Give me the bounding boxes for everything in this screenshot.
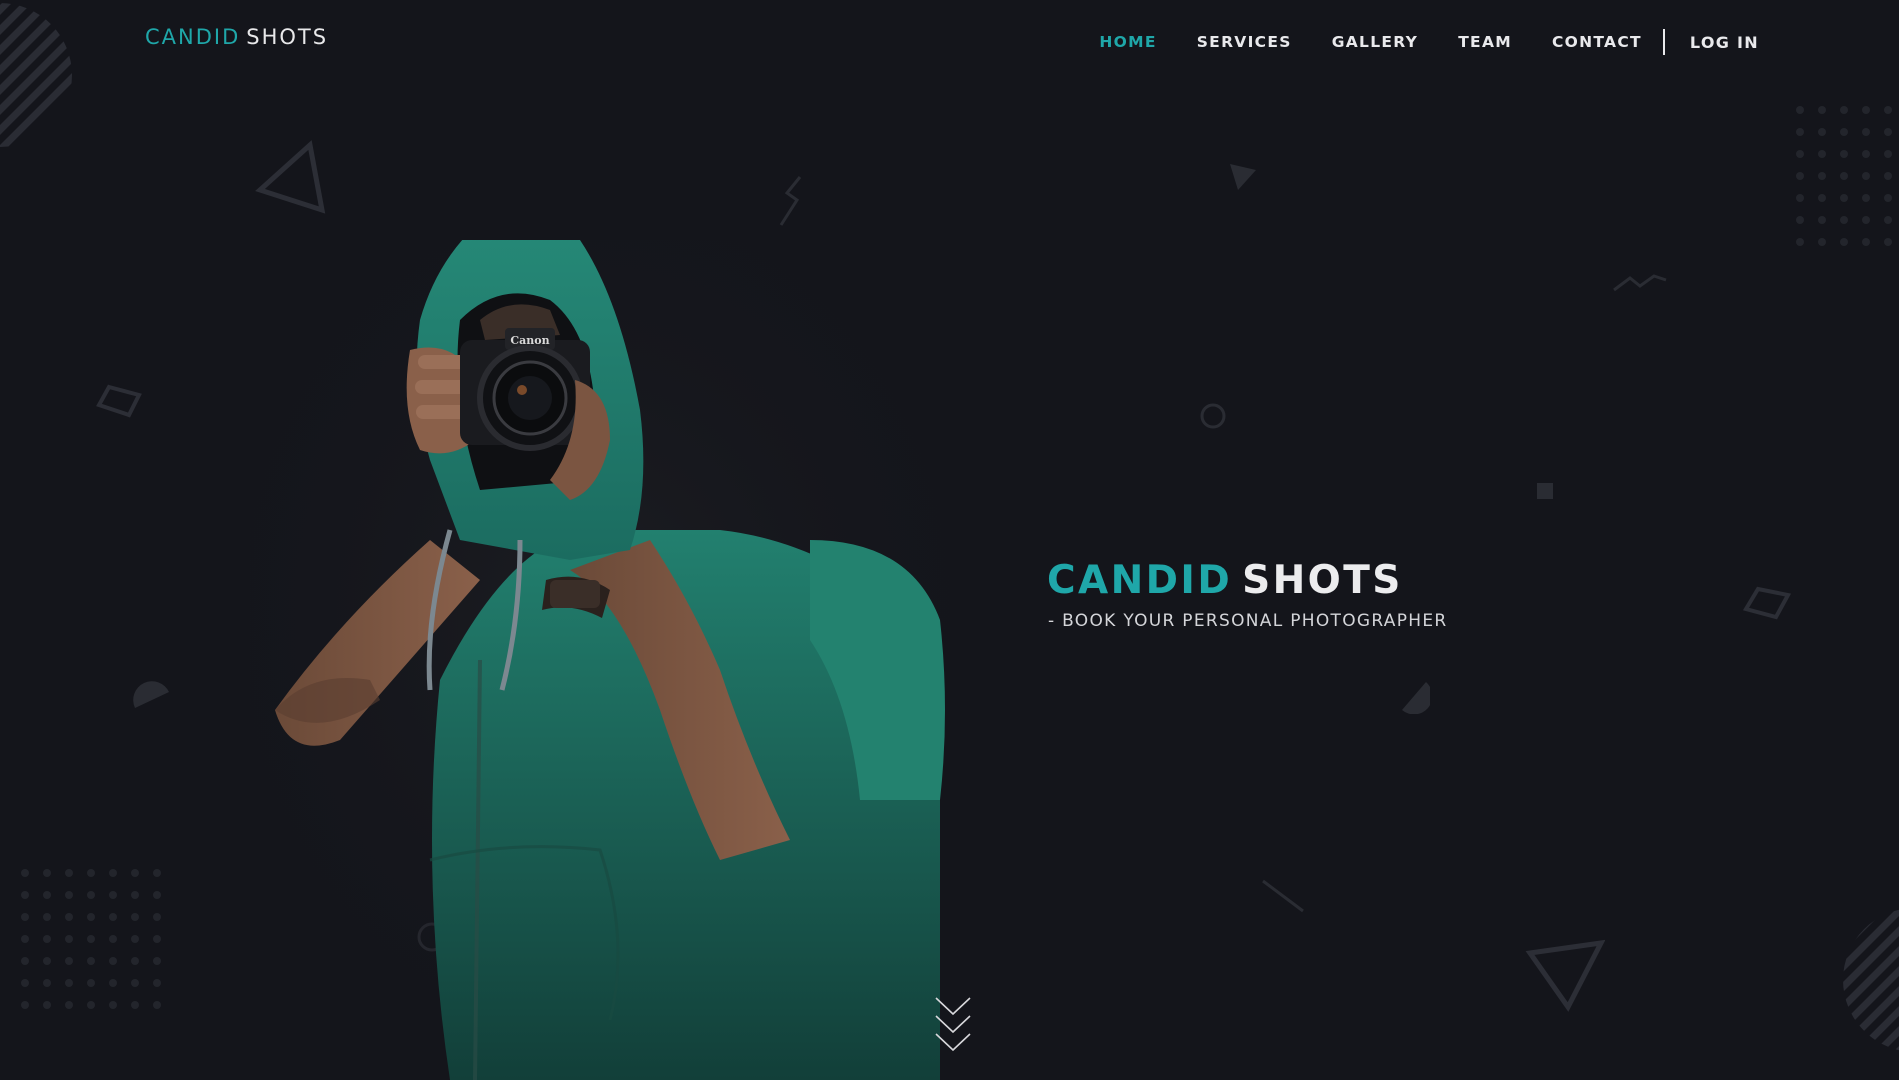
nav-team[interactable]: TEAM — [1458, 33, 1512, 51]
nav-services[interactable]: SERVICES — [1197, 33, 1292, 51]
diamond-outline-left — [95, 383, 145, 419]
main-nav: HOME SERVICES GALLERY TEAM CONTACT LOG I… — [1099, 29, 1759, 55]
login-link[interactable]: LOG IN — [1690, 33, 1759, 52]
line-dash-shape — [1260, 878, 1306, 914]
hero-title-accent: CANDID — [1047, 558, 1233, 603]
brand-logo-accent: CANDID — [145, 25, 241, 49]
hero-subtitle: - BOOK YOUR PERSONAL PHOTOGRAPHER — [1048, 611, 1448, 631]
nav-divider — [1662, 29, 1665, 55]
triangle-outline-shape — [250, 135, 330, 215]
nav-home[interactable]: HOME — [1099, 33, 1156, 51]
chevrons-down-icon[interactable] — [933, 996, 973, 1056]
brand-logo[interactable]: CANDID SHOTS — [145, 25, 328, 49]
zigzag-shape — [1612, 270, 1668, 294]
striped-circle-top-left — [0, 0, 80, 170]
triangle-outline-bottom-right — [1525, 935, 1605, 1015]
striped-circle-bottom-right — [1830, 900, 1899, 1080]
squiggle-shape — [775, 175, 805, 227]
half-circle-right — [1398, 678, 1430, 714]
diamond-outline-right — [1742, 585, 1792, 621]
hero-title-rest: SHOTS — [1242, 558, 1403, 603]
circle-outline-mid — [1199, 402, 1227, 430]
brand-logo-rest: SHOTS — [246, 25, 329, 49]
nav-gallery[interactable]: GALLERY — [1332, 33, 1418, 51]
dot-grid-top-right — [1795, 105, 1899, 260]
nav-contact[interactable]: CONTACT — [1552, 33, 1642, 51]
dot-grid-bottom-left — [20, 868, 170, 1018]
hero-title: CANDID SHOTS — [1047, 558, 1403, 603]
hero-section: Canon CANDID SHOTS HOME SERVICES GALLERY … — [0, 0, 1899, 1080]
small-square-shape — [1536, 482, 1554, 500]
photographer-hero-image: Canon — [250, 210, 970, 1080]
small-triangle-shape — [1228, 162, 1258, 192]
half-circle-left — [133, 680, 173, 710]
